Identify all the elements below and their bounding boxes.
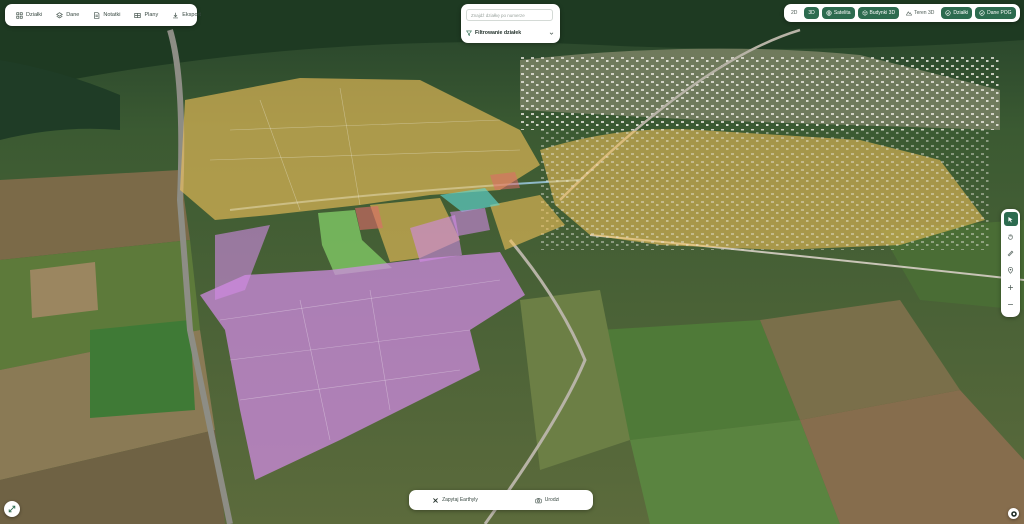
plus-icon <box>1008 284 1013 290</box>
compass-icon <box>1010 510 1017 517</box>
parcels-label: Działki <box>953 10 969 16</box>
nav-item-dzialki[interactable]: Działki <box>9 4 49 26</box>
zoom-out-button[interactable] <box>1004 297 1018 311</box>
zoom-in-button[interactable] <box>1004 280 1018 294</box>
view-3d-label: 3D <box>808 10 815 16</box>
nav-item-label: Eksport <box>182 12 201 18</box>
pan-tool-button[interactable] <box>1004 229 1018 243</box>
bottom-actions: Zapytaj Earthyly Urodzi <box>409 490 593 510</box>
print-label: Urodzi <box>544 497 560 503</box>
satellite-map[interactable] <box>0 0 1024 524</box>
satellite-label: Satelita <box>833 10 851 16</box>
select-tool-button[interactable] <box>1003 212 1018 226</box>
measure-tool-button[interactable] <box>1004 246 1018 260</box>
parcels-toggle[interactable]: Działki <box>941 7 973 19</box>
mountain-icon <box>906 11 913 16</box>
note-icon <box>94 11 100 19</box>
layers-icon <box>56 11 64 18</box>
view-2d-button[interactable]: 2D <box>787 7 801 19</box>
view-toolbar: 2D 3D Satelita Budynki 3D Teren 3D Dział… <box>784 4 1020 22</box>
buildings-3d-label: Budynki 3D <box>869 10 896 16</box>
nav-item-dane[interactable]: Dane <box>49 4 86 26</box>
nav-item-notatki[interactable]: Notatki <box>86 4 127 26</box>
nav-item-label: Działki <box>26 12 43 18</box>
minus-icon <box>1008 303 1013 305</box>
nav-item-plany[interactable]: Plany <box>127 4 165 26</box>
plan-icon <box>134 12 142 18</box>
view-2d-label: 2D <box>791 10 798 16</box>
fullscreen-button[interactable] <box>4 501 20 517</box>
terrain-3d-label: Teren 3D <box>914 10 935 16</box>
expand-icon <box>8 505 16 513</box>
pin-icon <box>1007 266 1014 274</box>
nav-item-label: Notatki <box>103 12 121 18</box>
search-panel: Filtrowanie działek <box>461 4 560 43</box>
nav-item-label: Plany <box>144 12 159 18</box>
layers-icon <box>945 10 951 16</box>
location-tool-button[interactable] <box>1004 263 1018 277</box>
main-nav: Działki Dane Notatki Plany Eksport <box>5 4 201 26</box>
compass-button[interactable] <box>1008 508 1019 519</box>
globe-icon <box>826 10 832 16</box>
ask-label: Zapytaj Earthyly <box>442 497 478 503</box>
buildings-3d-toggle[interactable]: Budynki 3D <box>857 7 900 19</box>
pog-data-toggle[interactable]: Dane POG <box>975 7 1016 19</box>
hand-icon <box>1008 233 1013 240</box>
nav-item-label: Dane <box>66 12 80 18</box>
nav-item-eksport[interactable]: Eksport <box>165 4 208 26</box>
pog-data-label: Dane POG <box>987 10 1012 16</box>
map-tools <box>1001 209 1020 317</box>
filter-toggle[interactable]: Filtrowanie działek <box>466 28 554 38</box>
view-3d-button[interactable]: 3D <box>804 7 819 19</box>
filter-icon <box>466 30 472 36</box>
database-icon <box>979 10 985 16</box>
camera-icon <box>535 497 542 503</box>
terrain-3d-toggle[interactable]: Teren 3D <box>902 7 938 19</box>
ask-earthyly-button[interactable]: Zapytaj Earthyly <box>409 490 501 510</box>
print-button[interactable]: Urodzi <box>501 490 593 510</box>
ruler-icon <box>1007 250 1014 256</box>
cube-icon <box>862 10 867 16</box>
sparkle-icon <box>433 497 438 503</box>
satellite-toggle[interactable]: Satelita <box>821 7 855 19</box>
chevron-down-icon <box>549 32 554 35</box>
grid-icon <box>16 11 23 19</box>
cursor-icon <box>1008 216 1013 222</box>
download-icon <box>173 12 179 18</box>
filter-label: Filtrowanie działek <box>475 30 522 36</box>
parcel-search-input[interactable] <box>466 9 553 21</box>
